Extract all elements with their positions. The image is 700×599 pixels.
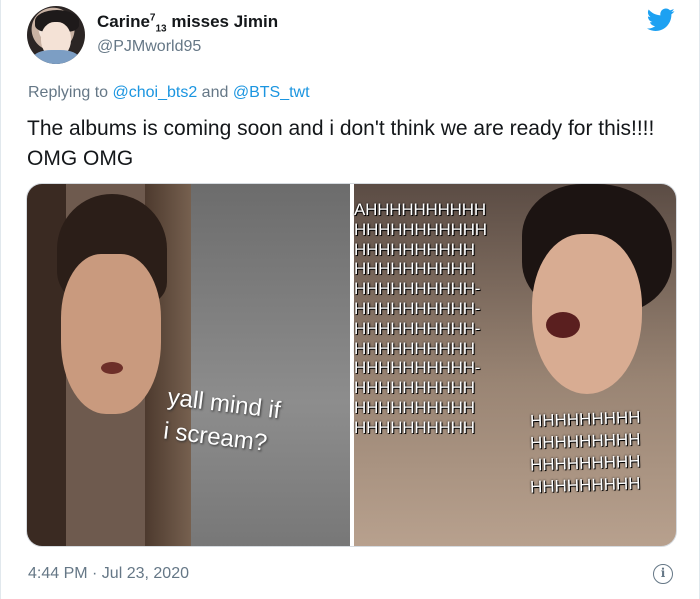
scream-line: HHHHHHHHHHH	[354, 219, 487, 239]
scream-line: HHHHHHHHHH-	[354, 358, 481, 378]
scream-line: HHHHHHHHHH	[354, 378, 475, 398]
wall	[191, 184, 351, 546]
scream-line: HHHHHHHHHH	[354, 338, 475, 358]
scream-overlay-text: HHHHHHHHH HHHHHHHHH HHHHHHHHH HHHHHHHHH	[529, 408, 676, 497]
tweet-media[interactable]: yall mind if i scream? AHHHHHHHHHH HHHHH…	[26, 183, 677, 547]
scream-line: HHHHHHHHHH	[354, 259, 475, 279]
display-name-sub: 13	[155, 23, 167, 35]
mention-link-2[interactable]: @BTS_twt	[233, 84, 310, 101]
display-name-sup: 7	[149, 12, 156, 24]
user-handle[interactable]: @PJMworld95	[97, 38, 201, 56]
media-right-panel: AHHHHHHHHHH HHHHHHHHHHH HHHHHHHHHH HHHHH…	[354, 184, 676, 546]
display-name-main: Carine	[97, 12, 150, 31]
avatar-shirt	[33, 50, 79, 64]
scream-line: HHHHHHHHHH-	[354, 318, 481, 338]
scream-line: HHHHHHHHHH-	[354, 298, 481, 318]
avatar[interactable]	[27, 6, 85, 64]
scream-line: AHHHHHHHHHH	[354, 200, 486, 219]
reply-context: Replying to @choi_bts2 and @BTS_twt	[28, 84, 310, 102]
scream-line: HHHHHHHHHH-	[354, 279, 481, 299]
tweet-card: Carine713 misses Jimin @PJMworld95 Reply…	[0, 0, 700, 599]
media-left-panel: yall mind if i scream?	[27, 184, 351, 546]
display-name[interactable]: Carine713 misses Jimin	[97, 12, 278, 34]
scream-line: HHHHHHHHHH	[354, 239, 475, 259]
mention-link-1[interactable]: @choi_bts2	[113, 84, 198, 101]
tweet-timestamp[interactable]: 4:44 PM · Jul 23, 2020	[28, 565, 189, 583]
display-name-suffix: misses Jimin	[166, 12, 279, 31]
tweet-text: The albums is coming soon and i don't th…	[27, 117, 655, 170]
reply-prefix: Replying to	[28, 84, 113, 101]
scream-overlay-line: HHHHHHHHH	[529, 473, 641, 497]
left-person-face	[61, 254, 161, 414]
left-person-mouth	[101, 362, 123, 374]
twitter-bird-icon[interactable]	[647, 8, 675, 32]
reply-conjunction: and	[197, 84, 233, 101]
info-icon[interactable]: i	[653, 564, 673, 584]
